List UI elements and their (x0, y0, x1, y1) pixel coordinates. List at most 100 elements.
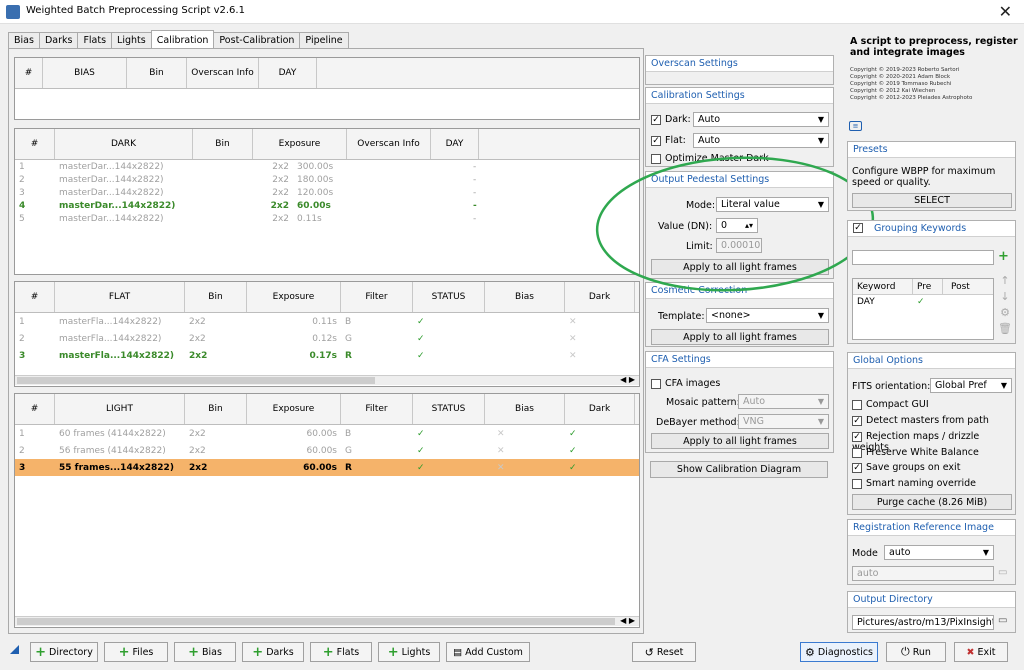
apply-cfa-button[interactable]: Apply to all light frames (651, 433, 829, 449)
dark-checkbox[interactable]: ✓ Dark: (651, 114, 691, 125)
col-header: Bin (185, 394, 247, 424)
trash-icon[interactable]: 🗑 (998, 321, 1012, 337)
template-label: Template: (658, 311, 705, 322)
dark-table: # DARK Bin Exposure Overscan Info DAY 1m… (14, 128, 640, 275)
flat-table: # FLAT Bin Exposure Filter STATUS Bias D… (14, 281, 640, 387)
table-row[interactable]: 3 masterFla...144x2822) 2x2 0.17s R ✓ ✕ (15, 347, 639, 364)
section-title[interactable]: Overscan Settings (646, 56, 833, 72)
detect-masters-checkbox[interactable]: ✓ Detect masters from path (852, 415, 989, 426)
x-icon: ✕ (497, 462, 505, 473)
tab-pipeline[interactable]: Pipeline (299, 32, 349, 49)
table-row[interactable]: 1 masterDar...144x2822) 2x2 300.00s - (15, 160, 639, 173)
tab-calibration[interactable]: Calibration (150, 30, 215, 49)
plus-icon: + (118, 644, 130, 660)
diagnostics-button[interactable]: ⚙ Diagnostics (800, 642, 878, 662)
table-row[interactable]: 1 masterFla...144x2822) 2x2 0.11s B ✓ ✕ (15, 313, 639, 330)
x-icon: ✕ (569, 316, 577, 327)
table-row[interactable]: 4 masterDar...144x2822) 2x2 60.00s - (15, 199, 639, 212)
dropdown-arrow-icon: ▼ (817, 115, 824, 124)
horizontal-scrollbar[interactable]: ◀ ▶ (15, 616, 639, 626)
preserve-white-balance-checkbox[interactable]: Preserve White Balance (852, 447, 979, 458)
plus-icon: + (188, 644, 199, 660)
registration-mode-select[interactable]: auto ▼ (884, 545, 994, 560)
check-icon: ✓ (417, 428, 425, 439)
table-row[interactable]: 3 masterDar...144x2822) 2x2 120.00s - (15, 186, 639, 199)
tab-darks[interactable]: Darks (38, 32, 79, 49)
check-icon: ✓ (569, 428, 577, 439)
checkbox-icon (852, 447, 862, 458)
horizontal-scrollbar[interactable]: ◀ ▶ (15, 375, 639, 385)
col-header: Filter (341, 394, 413, 424)
add-files-button[interactable]: + Files (104, 642, 168, 662)
debayer-method-select: VNG ▼ (738, 414, 829, 429)
cfa-images-checkbox[interactable]: CFA images (651, 378, 720, 389)
col-header: Filter (341, 282, 413, 312)
section-title: Presets (848, 142, 1015, 158)
gear-icon[interactable]: ⚙ (998, 305, 1012, 321)
col-header: # (15, 282, 55, 312)
comment-icon[interactable]: ≡ (849, 121, 862, 131)
resize-triangle-icon (10, 645, 19, 654)
output-directory-field[interactable]: Pictures/astro/m13/PixInsight (852, 615, 994, 630)
add-custom-button[interactable]: ▤ Add Custom (446, 642, 530, 662)
add-flats-button[interactable]: + Flats (310, 642, 372, 662)
section-title: Global Options (848, 353, 1015, 369)
checkbox-checked-icon: ✓ (852, 415, 862, 426)
keyword-input[interactable] (852, 250, 994, 265)
x-icon: ✕ (497, 445, 505, 456)
power-icon: ⏻ (901, 645, 910, 658)
folder-icon[interactable]: ▭ (998, 615, 1007, 626)
dark-select[interactable]: Auto ▼ (693, 112, 829, 127)
checkbox-checked-icon[interactable]: ✓ (853, 223, 863, 233)
purge-cache-button[interactable]: Purge cache (8.26 MiB) (852, 494, 1012, 510)
exit-button[interactable]: ✖ Exit (954, 642, 1008, 662)
add-bias-button[interactable]: + Bias (174, 642, 236, 662)
apply-cosmetic-button[interactable]: Apply to all light frames (651, 329, 829, 345)
close-icon[interactable]: ✕ (999, 2, 1012, 21)
tab-flats[interactable]: Flats (77, 32, 113, 49)
tab-post-calibration[interactable]: Post-Calibration (213, 32, 301, 49)
select-preset-button[interactable]: SELECT (852, 193, 1012, 208)
tab-bar: Bias Darks Flats Lights Calibration Post… (8, 30, 349, 49)
add-lights-button[interactable]: + Lights (378, 642, 440, 662)
table-row[interactable]: DAY ✓ (853, 295, 993, 309)
col-header: # (15, 394, 55, 424)
scroll-arrows-icon[interactable]: ◀ ▶ (620, 616, 635, 625)
table-row-selected[interactable]: 3 55 frames...144x2822) 2x2 60.00s R ✓ ✕ ✓ (15, 459, 639, 476)
smart-naming-checkbox[interactable]: Smart naming override (852, 478, 976, 489)
col-header: Overscan Info (187, 58, 259, 88)
checkbox-icon (651, 378, 661, 389)
check-icon: ✓ (417, 350, 425, 361)
table-row[interactable]: 2 masterDar...144x2822) 2x2 180.00s - (15, 173, 639, 186)
arrow-down-icon[interactable]: ↓ (998, 289, 1012, 305)
add-darks-button[interactable]: + Darks (242, 642, 304, 662)
reset-button[interactable]: ↺ Reset (632, 642, 696, 662)
check-icon: ✓ (917, 297, 925, 307)
global-options-section: Global Options FITS orientation: Global … (847, 352, 1016, 515)
compact-gui-checkbox[interactable]: Compact GUI (852, 399, 929, 410)
fits-orientation-select[interactable]: Global Pref ▼ (930, 378, 1012, 393)
plus-icon: + (35, 644, 47, 660)
add-directory-button[interactable]: + Directory (30, 642, 98, 662)
cosmetic-template-select[interactable]: <none> ▼ (706, 308, 829, 323)
arrow-up-icon[interactable]: ↑ (998, 273, 1012, 289)
table-row[interactable]: 1 60 frames (4144x2822) 2x2 60.00s B ✓ ✕ ✓ (15, 425, 639, 442)
gear-icon: ⚙ (804, 645, 815, 659)
table-row[interactable]: 2 56 frames (4144x2822) 2x2 60.00s G ✓ ✕ ✓ (15, 442, 639, 459)
run-button[interactable]: ⏻ Run (886, 642, 946, 662)
presets-section: Presets Configure WBPP for maximum speed… (847, 141, 1016, 211)
add-keyword-icon[interactable]: + (998, 249, 1009, 264)
scroll-arrows-icon[interactable]: ◀ ▶ (620, 375, 635, 384)
save-groups-checkbox[interactable]: ✓ Save groups on exit (852, 462, 960, 473)
col-header: Exposure (253, 129, 347, 159)
table-row[interactable]: 5 masterDar...144x2822) 2x2 0.11s - (15, 212, 639, 225)
show-calibration-diagram-button[interactable]: Show Calibration Diagram (650, 461, 828, 478)
tab-lights[interactable]: Lights (111, 32, 152, 49)
table-row[interactable]: 2 masterFla...144x2822) 2x2 0.12s G ✓ ✕ (15, 330, 639, 347)
flat-checkbox[interactable]: ✓ Flat: (651, 135, 686, 146)
col-header: Dark (565, 394, 635, 424)
col-header: # (15, 129, 55, 159)
checkbox-checked-icon: ✓ (651, 114, 661, 125)
flat-select[interactable]: Auto ▼ (693, 133, 829, 148)
tab-bias[interactable]: Bias (8, 32, 40, 49)
